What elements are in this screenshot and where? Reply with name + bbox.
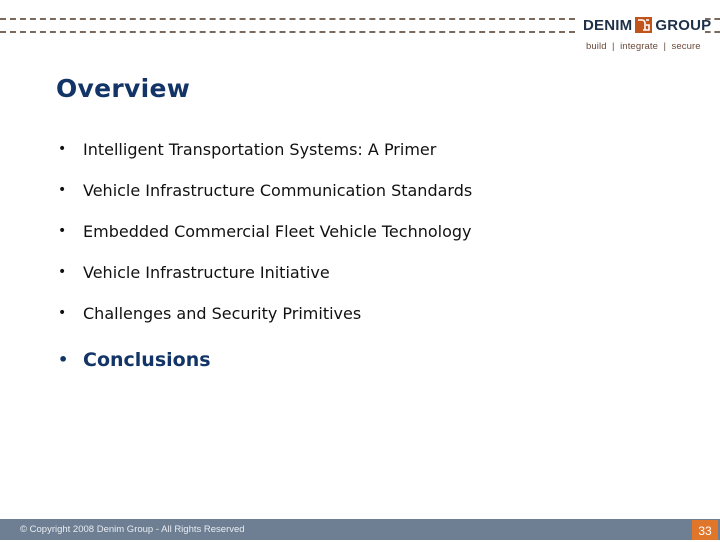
slide-title: Overview	[56, 74, 191, 103]
bullet-item: • Intelligent Transportation Systems: A …	[58, 140, 472, 181]
bullet-item: • Challenges and Security Primitives	[58, 304, 472, 345]
bullet-dot-icon: •	[58, 141, 67, 157]
header-dash-line-bottom-left	[0, 31, 575, 33]
bullet-dot-icon: •	[58, 182, 67, 198]
footer-bar: © Copyright 2008 Denim Group - All Right…	[0, 519, 720, 540]
copyright-text: © Copyright 2008 Denim Group - All Right…	[20, 524, 245, 535]
bullet-item: • Vehicle Infrastructure Communication S…	[58, 181, 472, 222]
bullet-text: Embedded Commercial Fleet Vehicle Techno…	[83, 222, 472, 241]
logo-word-group: GROUP	[655, 16, 712, 34]
bullet-dot-icon: •	[58, 264, 67, 280]
logo-word-denim: DENIM	[583, 16, 633, 34]
bullet-item: • Vehicle Infrastructure Initiative	[58, 263, 472, 304]
bullet-text: Challenges and Security Primitives	[83, 304, 362, 323]
bullet-dot-icon: •	[58, 350, 69, 369]
bullet-text: Vehicle Infrastructure Initiative	[83, 263, 330, 282]
company-logo: DENIM GROUP	[583, 14, 711, 36]
bullet-item: • Embedded Commercial Fleet Vehicle Tech…	[58, 222, 472, 263]
dg-logo-mark-icon	[635, 17, 653, 33]
bullet-dot-icon: •	[58, 223, 67, 239]
bullet-list: • Intelligent Transportation Systems: A …	[58, 140, 472, 390]
bullet-item-emphasized: • Conclusions	[58, 349, 472, 390]
logo-tagline: build | integrate | secure	[586, 41, 701, 52]
page-number-badge: 33	[692, 520, 718, 540]
bullet-text: Conclusions	[83, 349, 211, 371]
header-dash-line-top-left	[0, 18, 575, 20]
bullet-text: Intelligent Transportation Systems: A Pr…	[83, 140, 437, 159]
bullet-text: Vehicle Infrastructure Communication Sta…	[83, 181, 473, 200]
bullet-dot-icon: •	[58, 305, 67, 321]
